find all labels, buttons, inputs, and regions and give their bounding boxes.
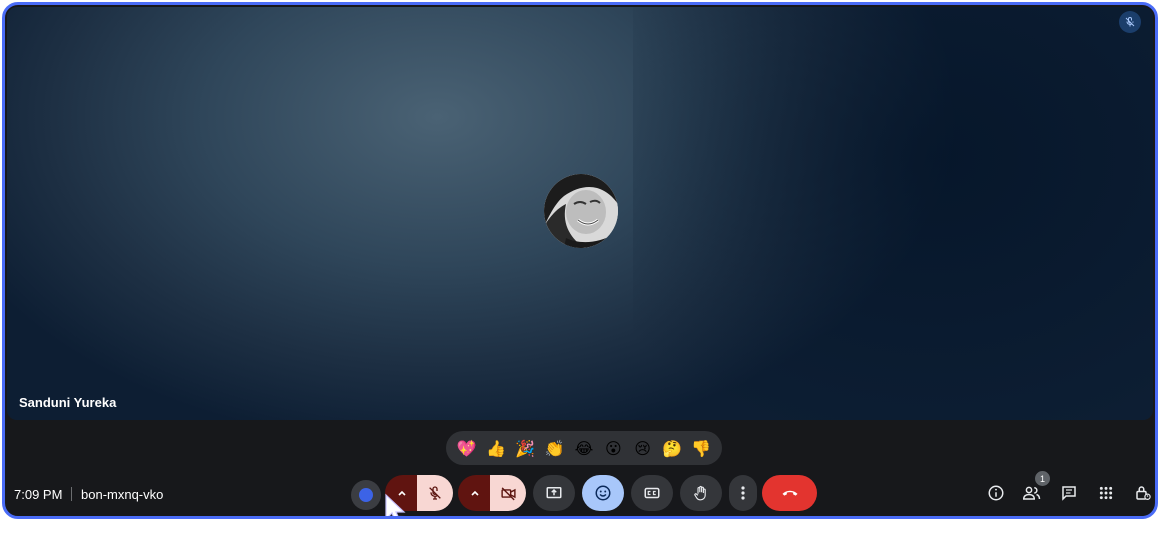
reaction-party-popper[interactable]: 🎉: [513, 439, 537, 458]
people-icon: [1022, 486, 1041, 500]
activities-button[interactable]: [1092, 479, 1120, 507]
reaction-surprised[interactable]: 😮: [601, 439, 625, 458]
camera-toggle-button[interactable]: [490, 475, 526, 511]
info-icon: [988, 485, 1004, 501]
hang-up-icon: [782, 490, 797, 496]
meeting-code: bon-mxnq-vko: [81, 487, 164, 502]
meeting-time: 7:09 PM: [14, 487, 63, 502]
mic-off-icon: [1125, 17, 1135, 27]
present-icon: [546, 487, 562, 499]
mic-off-icon: [429, 486, 441, 500]
blue-dot-icon: [359, 488, 373, 502]
raise-hand-icon: [694, 485, 706, 501]
participant-tile: Sanduni Yureka: [7, 7, 1153, 420]
meeting-window: Sanduni Yureka 💖 👍 🎉 👏 😂 😮 😢 🤔 👎 7:09 PM…: [2, 2, 1158, 519]
more-vert-icon: [741, 486, 745, 500]
host-controls-button[interactable]: [1129, 479, 1155, 507]
lock-person-icon: [1136, 486, 1151, 500]
smiley-icon: [595, 485, 611, 501]
reactions-bar: 💖 👍 🎉 👏 😂 😮 😢 🤔 👎: [446, 431, 722, 465]
more-options-button[interactable]: [729, 475, 757, 511]
reaction-crying[interactable]: 😢: [631, 439, 655, 458]
reaction-sparkling-heart[interactable]: 💖: [455, 439, 479, 458]
reaction-laughing[interactable]: 😂: [572, 439, 596, 458]
chevron-up-icon: [471, 490, 479, 496]
reaction-thumbs-down[interactable]: 👎: [689, 439, 713, 458]
participant-avatar: [544, 174, 618, 248]
chat-button[interactable]: [1055, 479, 1083, 507]
reaction-clapping[interactable]: 👏: [543, 439, 567, 458]
captions-icon: [644, 487, 660, 499]
microphone-toggle-button[interactable]: [417, 475, 453, 511]
captions-button[interactable]: [631, 475, 673, 511]
present-screen-button[interactable]: [533, 475, 575, 511]
mouse-cursor-icon: [385, 493, 406, 516]
reactions-button[interactable]: [582, 475, 624, 511]
reaction-thinking[interactable]: 🤔: [660, 439, 684, 458]
apps-grid-icon: [1099, 486, 1113, 500]
chat-icon: [1062, 486, 1076, 501]
video-settings-button[interactable]: [458, 475, 492, 511]
divider: [71, 487, 72, 501]
participant-name-label: Sanduni Yureka: [19, 395, 117, 410]
reaction-thumbs-up[interactable]: 👍: [484, 439, 508, 458]
camera-off-icon: [500, 486, 516, 500]
raise-hand-button[interactable]: [680, 475, 722, 511]
mic-muted-indicator: [1119, 11, 1141, 33]
people-count-badge: 1: [1035, 471, 1050, 486]
companion-dot-button[interactable]: [351, 480, 381, 510]
leave-call-button[interactable]: [762, 475, 817, 511]
meeting-details-button[interactable]: [982, 479, 1010, 507]
